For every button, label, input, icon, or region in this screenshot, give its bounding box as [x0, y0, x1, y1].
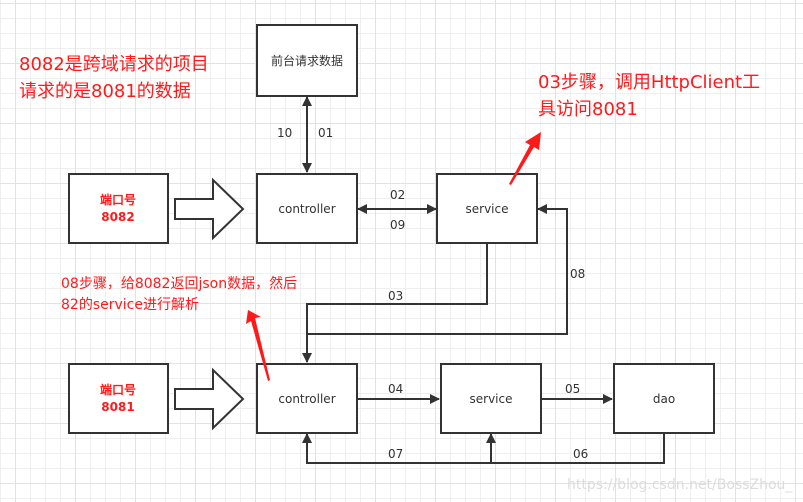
edge-label-07: 07: [388, 447, 403, 461]
block-arrow-8081: [174, 367, 245, 431]
watermark: https://blog.csdn.net/BossZhou_: [567, 477, 793, 493]
note-step-03-line2: 具访问8081: [538, 99, 638, 120]
node-service-top: service: [436, 173, 538, 244]
note-step-08: 08步骤，给8082返回json数据，然后 82的service进行解析: [61, 274, 297, 316]
note-cross-domain: 8082是跨域请求的项目 请求的是8081的数据: [19, 51, 209, 105]
node-controller-bottom: controller: [256, 363, 358, 434]
note-step-03-line1: 03步骤，调用HttpClient工: [538, 72, 761, 93]
dao-label: dao: [653, 392, 675, 406]
node-dao: dao: [613, 363, 715, 434]
node-controller-top: controller: [256, 173, 358, 244]
block-arrow-8082: [174, 177, 245, 241]
controller-top-label: controller: [278, 202, 335, 216]
note-step-03: 03步骤，调用HttpClient工 具访问8081: [538, 69, 760, 123]
service-top-label: service: [466, 202, 509, 216]
edge-label-03: 03: [388, 289, 403, 303]
note-cross-domain-line1: 8082是跨域请求的项目: [19, 54, 209, 75]
node-frontend: 前台请求数据: [256, 24, 358, 97]
note-step-08-line1: 08步骤，给8082返回json数据，然后: [61, 276, 298, 292]
service-bottom-label: service: [470, 392, 513, 406]
edge-label-04: 04: [388, 382, 403, 396]
edge-label-08: 08: [570, 267, 585, 281]
port-8082-number: 8082: [101, 210, 134, 224]
controller-bottom-label: controller: [278, 392, 335, 406]
edge-label-09: 09: [390, 218, 405, 232]
port-8081-number: 8081: [101, 400, 134, 414]
edge-label-10: 10: [277, 126, 292, 140]
note-cross-domain-line2: 请求的是8081的数据: [19, 81, 191, 102]
port-8082-title: 端口号: [100, 192, 136, 207]
edge-label-05: 05: [565, 382, 580, 396]
edge-label-01: 01: [318, 126, 333, 140]
port-8081-title: 端口号: [100, 382, 136, 397]
node-port-8081: 端口号 8081: [68, 363, 169, 434]
note-step-08-line2: 82的service进行解析: [61, 297, 199, 313]
node-port-8082: 端口号 8082: [68, 173, 169, 244]
edge-label-02: 02: [390, 188, 405, 202]
node-frontend-label: 前台请求数据: [271, 53, 343, 68]
edge-label-06: 06: [573, 447, 588, 461]
node-service-bottom: service: [440, 363, 542, 434]
edge-03-service-to-controller: [302, 244, 488, 363]
